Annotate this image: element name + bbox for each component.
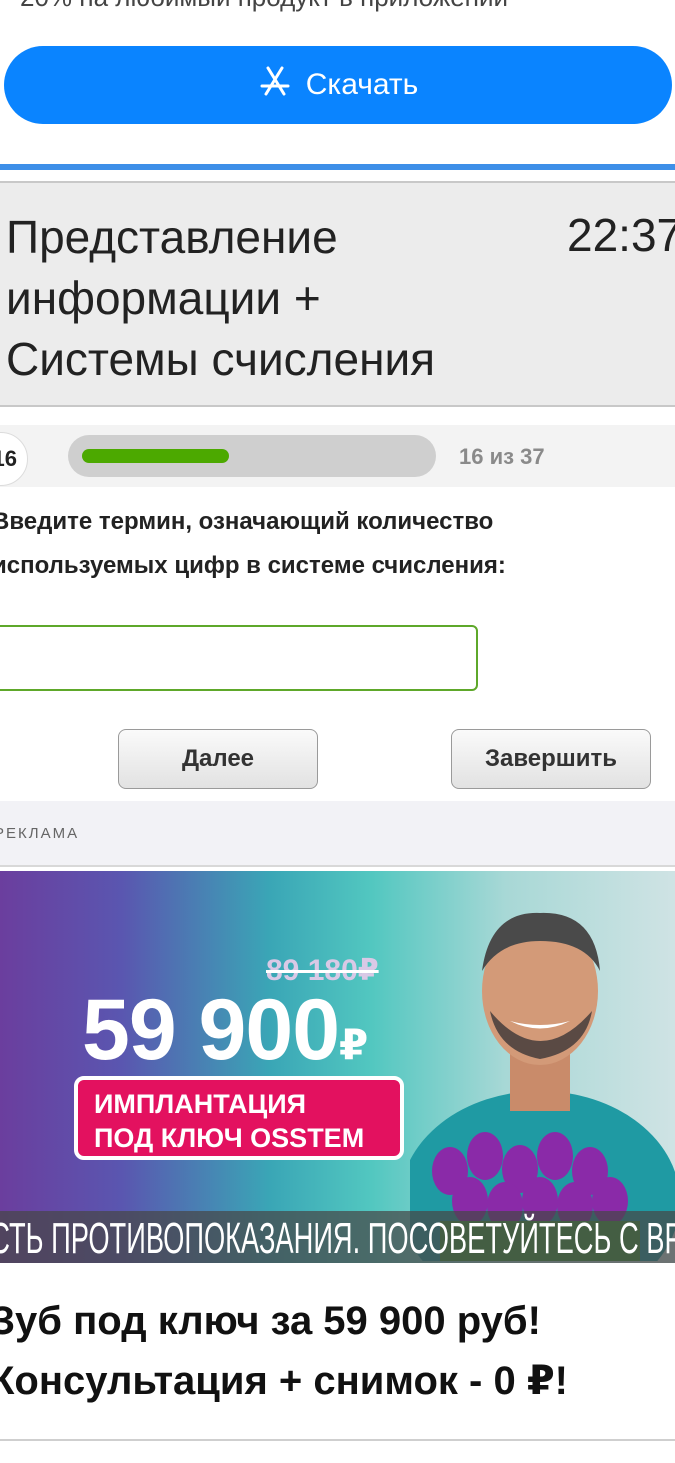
progress-bar-fill: [82, 449, 229, 463]
disclaimer-text: ЕСТЬ ПРОТИВОПОКАЗАНИЯ. ПОСОВЕТУЙТЕСЬ С В…: [0, 1214, 675, 1263]
ad-disclaimer: ЕСТЬ ПРОТИВОПОКАЗАНИЯ. ПОСОВЕТУЙТЕСЬ С В…: [0, 1211, 675, 1263]
new-price-value: 59 900: [82, 982, 340, 1078]
promo-text: 20% на любимый продукт в приложении: [20, 0, 508, 13]
ad-headline[interactable]: Зуб под ключ за 59 900 руб! Консультация…: [0, 1291, 675, 1411]
quiz-header: Представление информации + Системы счисл…: [0, 181, 675, 407]
progress-text: 16 из 37: [459, 444, 545, 469]
ad-image[interactable]: 89 180₽ 59 900₽ ИМПЛАНТАЦИЯ ПОД КЛЮЧ OSS…: [0, 871, 675, 1263]
progress-bar: [68, 435, 436, 477]
divider: [0, 1439, 675, 1441]
next-button[interactable]: Далее: [118, 729, 318, 789]
download-button[interactable]: Скачать: [4, 46, 672, 124]
app-store-icon: [258, 64, 292, 106]
ad-section: РЕКЛАМА 89 180₽ 59 900₽ ИМПЛАНТАЦИЯ ПОД …: [0, 801, 675, 1463]
quiz-timer: 22:37: [567, 209, 675, 261]
question-number-badge: 16: [0, 432, 28, 486]
badge-line: ИМПЛАНТАЦИЯ: [94, 1089, 307, 1119]
divider: [0, 170, 675, 180]
ad-card[interactable]: 89 180₽ 59 900₽ ИМПЛАНТАЦИЯ ПОД КЛЮЧ OSS…: [0, 865, 675, 1463]
promo-banner: 20% на любимый продукт в приложении Скач…: [0, 0, 675, 165]
badge-line: ПОД КЛЮЧ OSSTEM: [94, 1123, 365, 1153]
ad-label: РЕКЛАМА: [0, 825, 80, 842]
download-label: Скачать: [305, 68, 419, 101]
question-text: Введите термин, означающий количество ис…: [0, 508, 506, 579]
quiz-title: Представление информации + Системы счисл…: [6, 211, 436, 385]
progress-row: 16 16 из 37: [0, 425, 675, 487]
currency-sign: ₽: [339, 1021, 368, 1068]
answer-input[interactable]: [0, 625, 478, 691]
implant-badge: ИМПЛАНТАЦИЯ ПОД КЛЮЧ OSSTEM: [74, 1076, 404, 1160]
doctor-illustration: [410, 912, 675, 1261]
finish-button[interactable]: Завершить: [451, 729, 651, 789]
new-price: 59 900₽: [82, 981, 368, 1080]
